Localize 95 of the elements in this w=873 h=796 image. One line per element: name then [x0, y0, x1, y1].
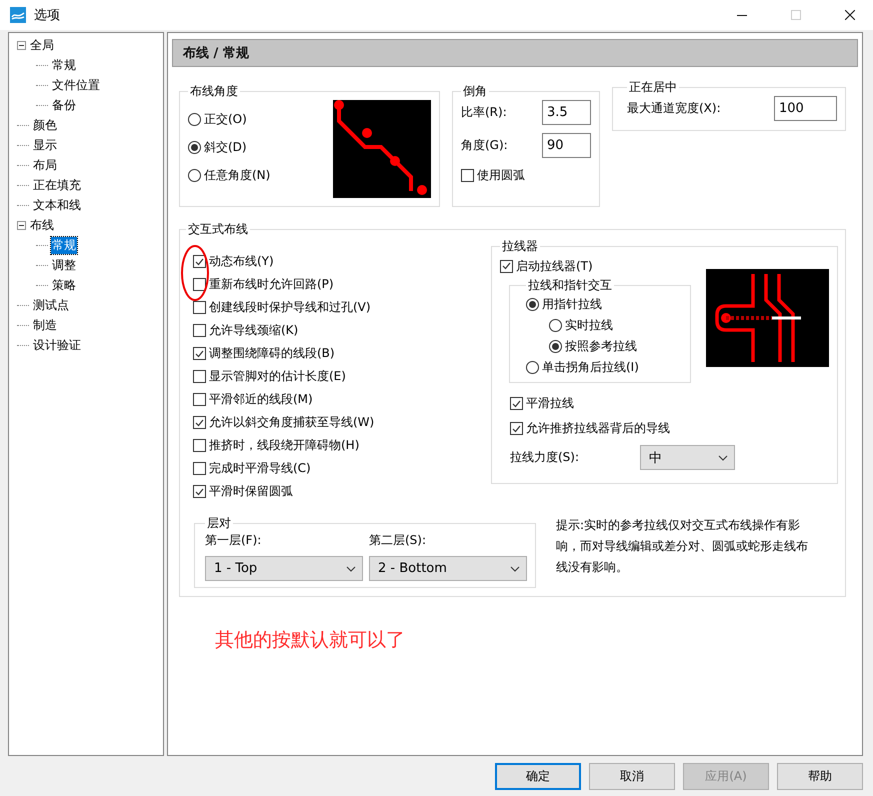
- checkbox[interactable]: [193, 324, 206, 337]
- max-width-field[interactable]: 100: [774, 96, 837, 121]
- radio-button[interactable]: [188, 169, 201, 182]
- group-title: 拉线器: [501, 238, 539, 255]
- group-title: 正在居中: [628, 79, 678, 96]
- chevron-down-icon: [718, 454, 728, 460]
- checkbox-label: 允许导线颈缩(K): [209, 322, 298, 339]
- tree-item[interactable]: 备份: [51, 96, 77, 114]
- annotation-text: 其他的按默认就可以了: [215, 629, 405, 651]
- checkbox[interactable]: [193, 278, 206, 291]
- field-label: 最大通道宽度(X):: [627, 100, 721, 117]
- tree-item[interactable]: 全局: [29, 36, 55, 54]
- radio-label: 实时拉线: [565, 317, 613, 334]
- checkbox-label: 显示管脚对的估计长度(E): [209, 368, 346, 385]
- chevron-down-icon: [510, 566, 520, 572]
- checkbox-label: 推挤时，线段绕开障碍物(H): [209, 437, 360, 454]
- field-label: 比率(R):: [461, 104, 507, 121]
- checkbox[interactable]: [193, 393, 206, 406]
- checkbox[interactable]: [193, 485, 206, 498]
- tree-item[interactable]: 文本和线: [32, 196, 82, 214]
- angle-field[interactable]: 90: [542, 133, 591, 158]
- radio-label: 任意角度(N): [204, 167, 270, 184]
- second-layer-dropdown[interactable]: 2 - Bottom: [369, 556, 527, 581]
- checkbox-label: 使用圆弧: [477, 166, 525, 184]
- radio-button[interactable]: [188, 113, 201, 126]
- checkbox-label: 创建线段时保护导线和过孔(V): [209, 299, 371, 316]
- tree-item[interactable]: 常规: [51, 56, 77, 74]
- dialog-button[interactable]: 确定: [495, 762, 581, 790]
- radio-button[interactable]: [526, 298, 539, 311]
- group-title: 拉线和指针交互: [527, 277, 613, 294]
- radio-button[interactable]: [549, 319, 562, 332]
- field-label: 第二层(S):: [369, 532, 428, 549]
- radio-button[interactable]: [188, 141, 201, 154]
- tree-item[interactable]: 调整: [51, 256, 77, 274]
- hint-text: 提示:实时的参考拉线仅对交互式布线操作有影响，而对导线编辑或差分对、圆弧或蛇形走线布线没有影响。: [556, 517, 809, 576]
- checkbox[interactable]: [193, 416, 206, 429]
- checkbox[interactable]: [193, 347, 206, 360]
- checkbox[interactable]: [193, 255, 206, 268]
- tree-item[interactable]: 显示: [32, 136, 58, 154]
- checkbox-label: 启动拉线器(T): [516, 258, 593, 274]
- first-layer-dropdown[interactable]: 1 - Top: [205, 556, 363, 581]
- collapse-icon[interactable]: [17, 220, 26, 230]
- tree-item[interactable]: 颜色: [32, 116, 58, 134]
- checkbox[interactable]: [500, 260, 513, 272]
- checkbox[interactable]: [193, 462, 206, 475]
- tree-item[interactable]: 策略: [51, 276, 77, 294]
- tree-item[interactable]: 测试点: [32, 296, 70, 314]
- checkbox[interactable]: [510, 397, 523, 410]
- group-title: 倒角: [462, 83, 488, 100]
- radio-label: 单击拐角后拉线(I): [542, 359, 639, 376]
- minimize-icon[interactable]: [737, 14, 747, 16]
- strength-dropdown[interactable]: 中: [640, 445, 735, 470]
- field-label: 第一层(F):: [205, 532, 262, 549]
- app-icon: [10, 7, 26, 23]
- tree-item[interactable]: 布局: [32, 156, 58, 174]
- group-title: 层对: [206, 515, 232, 532]
- group-title: 交互式布线: [187, 221, 249, 238]
- tree-item[interactable]: 制造: [32, 316, 58, 334]
- tree-item[interactable]: 正在填充: [32, 176, 82, 194]
- checkbox[interactable]: [193, 301, 206, 314]
- checkbox-label: 平滑时保留圆弧: [209, 483, 293, 500]
- field-label: 拉线力度(S):: [510, 449, 580, 466]
- annotation-ellipse: [180, 244, 210, 302]
- radio-button[interactable]: [549, 340, 562, 353]
- checkbox-label: 允许推挤拉线器背后的导线: [526, 420, 670, 437]
- field-label: 角度(G):: [461, 137, 508, 154]
- checkbox-label: 允许以斜交角度捕获至导线(W): [209, 414, 374, 431]
- tree-item[interactable]: 常规: [51, 236, 77, 254]
- tree-item[interactable]: 文件位置: [51, 76, 101, 94]
- checkbox[interactable]: [510, 422, 523, 435]
- radio-button[interactable]: [526, 361, 539, 374]
- radio-label: 斜交(D): [204, 139, 247, 156]
- window-title: 选项: [34, 7, 61, 24]
- radio-label: 用指针拉线: [542, 296, 602, 313]
- checkbox[interactable]: [193, 439, 206, 452]
- tree-item[interactable]: 设计验证: [32, 336, 82, 354]
- radio-label: 正交(O): [204, 111, 247, 128]
- checkbox-label: 完成时平滑导线(C): [209, 460, 311, 477]
- checkbox-label: 调整围绕障碍的线段(B): [209, 345, 335, 362]
- checkbox-label: 平滑邻近的线段(M): [209, 391, 313, 408]
- checkbox[interactable]: [193, 370, 206, 383]
- checkbox-label: 动态布线(Y): [209, 253, 274, 270]
- close-icon[interactable]: [845, 10, 855, 20]
- page-header: 布线 / 常规: [172, 39, 858, 67]
- checkbox-label: 平滑拉线: [526, 395, 574, 412]
- chevron-down-icon: [346, 566, 356, 572]
- checkbox-label: 重新布线时允许回路(P): [209, 276, 334, 293]
- tree-item[interactable]: 布线: [29, 216, 55, 234]
- collapse-icon[interactable]: [17, 40, 26, 50]
- group-title: 布线角度: [189, 83, 239, 100]
- dialog-button[interactable]: 取消: [589, 762, 675, 790]
- checkbox[interactable]: [461, 168, 474, 182]
- dialog-button[interactable]: 帮助: [777, 762, 863, 790]
- ratio-field[interactable]: 3.5: [542, 100, 591, 125]
- radio-label: 按照参考拉线: [565, 338, 637, 355]
